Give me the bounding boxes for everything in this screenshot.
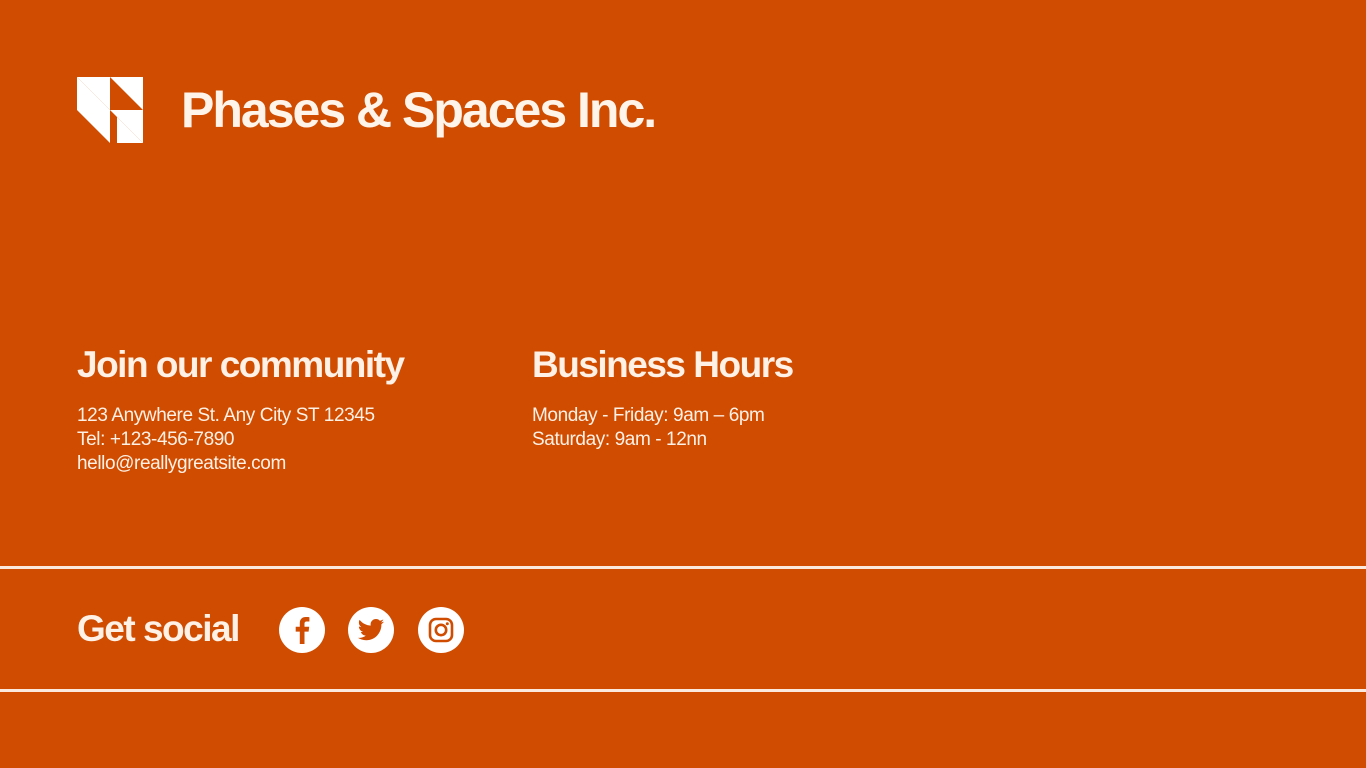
email-text: hello@reallygreatsite.com [77, 453, 286, 474]
phone-text: Tel: +123-456-7890 [77, 429, 235, 450]
divider-top [0, 566, 1366, 569]
facebook-icon[interactable] [279, 607, 325, 653]
community-title: Join our community [77, 344, 405, 385]
community-contact-info: 123 Anywhere St. Any City ST 12345 Tel: … [77, 404, 375, 476]
instagram-icon[interactable] [418, 607, 464, 653]
weekday-hours-text: Monday - Friday: 9am – 6pm [532, 405, 765, 426]
business-hours-title: Business Hours [532, 344, 794, 385]
brand-name: Phases & Spaces Inc. [181, 82, 657, 138]
business-hours-info: Monday - Friday: 9am – 6pm Saturday: 9am… [532, 404, 765, 452]
triangle-grid-logo-icon [77, 77, 143, 143]
page: Phases & Spaces Inc. Join our community … [0, 0, 1366, 768]
divider-bottom [0, 689, 1366, 692]
address-text: 123 Anywhere St. Any City ST 12345 [77, 405, 375, 426]
saturday-hours-text: Saturday: 9am - 12nn [532, 429, 707, 450]
twitter-icon[interactable] [348, 607, 394, 653]
social-title: Get social [77, 608, 240, 649]
